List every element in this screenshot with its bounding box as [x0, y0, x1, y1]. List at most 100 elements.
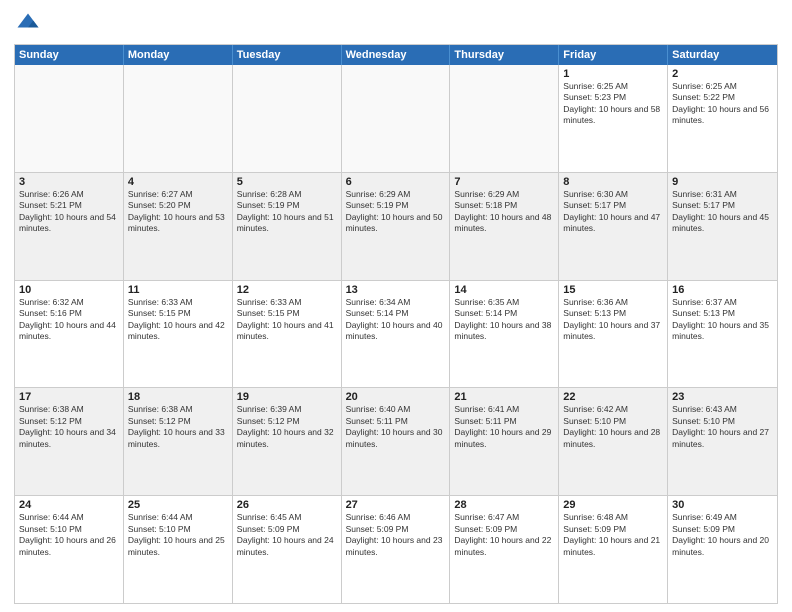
cell-info: Sunrise: 6:34 AMSunset: 5:14 PMDaylight:…: [346, 297, 446, 343]
cell-info: Sunrise: 6:38 AMSunset: 5:12 PMDaylight:…: [19, 404, 119, 450]
cell-info: Sunrise: 6:39 AMSunset: 5:12 PMDaylight:…: [237, 404, 337, 450]
day-number: 28: [454, 499, 554, 511]
calendar-cell: 10Sunrise: 6:32 AMSunset: 5:16 PMDayligh…: [15, 281, 124, 388]
day-number: 23: [672, 391, 773, 403]
weekday-header-tuesday: Tuesday: [233, 45, 342, 65]
calendar-cell: [450, 65, 559, 172]
weekday-header-saturday: Saturday: [668, 45, 777, 65]
cell-info: Sunrise: 6:32 AMSunset: 5:16 PMDaylight:…: [19, 297, 119, 343]
calendar-cell: [15, 65, 124, 172]
day-number: 17: [19, 391, 119, 403]
day-number: 12: [237, 284, 337, 296]
calendar-cell: 30Sunrise: 6:49 AMSunset: 5:09 PMDayligh…: [668, 496, 777, 603]
logo: [14, 10, 46, 38]
calendar-cell: 1Sunrise: 6:25 AMSunset: 5:23 PMDaylight…: [559, 65, 668, 172]
day-number: 1: [563, 68, 663, 80]
calendar-row-3: 10Sunrise: 6:32 AMSunset: 5:16 PMDayligh…: [15, 280, 777, 388]
day-number: 19: [237, 391, 337, 403]
calendar-cell: 11Sunrise: 6:33 AMSunset: 5:15 PMDayligh…: [124, 281, 233, 388]
cell-info: Sunrise: 6:43 AMSunset: 5:10 PMDaylight:…: [672, 404, 773, 450]
calendar-cell: 15Sunrise: 6:36 AMSunset: 5:13 PMDayligh…: [559, 281, 668, 388]
day-number: 10: [19, 284, 119, 296]
day-number: 25: [128, 499, 228, 511]
cell-info: Sunrise: 6:40 AMSunset: 5:11 PMDaylight:…: [346, 404, 446, 450]
cell-info: Sunrise: 6:29 AMSunset: 5:19 PMDaylight:…: [346, 189, 446, 235]
day-number: 22: [563, 391, 663, 403]
day-number: 13: [346, 284, 446, 296]
cell-info: Sunrise: 6:35 AMSunset: 5:14 PMDaylight:…: [454, 297, 554, 343]
calendar-cell: 5Sunrise: 6:28 AMSunset: 5:19 PMDaylight…: [233, 173, 342, 280]
day-number: 2: [672, 68, 773, 80]
calendar-cell: 2Sunrise: 6:25 AMSunset: 5:22 PMDaylight…: [668, 65, 777, 172]
cell-info: Sunrise: 6:25 AMSunset: 5:22 PMDaylight:…: [672, 81, 773, 127]
cell-info: Sunrise: 6:33 AMSunset: 5:15 PMDaylight:…: [237, 297, 337, 343]
day-number: 4: [128, 176, 228, 188]
cell-info: Sunrise: 6:33 AMSunset: 5:15 PMDaylight:…: [128, 297, 228, 343]
calendar-cell: [233, 65, 342, 172]
calendar-cell: 28Sunrise: 6:47 AMSunset: 5:09 PMDayligh…: [450, 496, 559, 603]
cell-info: Sunrise: 6:26 AMSunset: 5:21 PMDaylight:…: [19, 189, 119, 235]
cell-info: Sunrise: 6:30 AMSunset: 5:17 PMDaylight:…: [563, 189, 663, 235]
cell-info: Sunrise: 6:46 AMSunset: 5:09 PMDaylight:…: [346, 512, 446, 558]
day-number: 9: [672, 176, 773, 188]
weekday-header-friday: Friday: [559, 45, 668, 65]
weekday-header-monday: Monday: [124, 45, 233, 65]
day-number: 3: [19, 176, 119, 188]
day-number: 11: [128, 284, 228, 296]
calendar: SundayMondayTuesdayWednesdayThursdayFrid…: [14, 44, 778, 604]
day-number: 29: [563, 499, 663, 511]
day-number: 18: [128, 391, 228, 403]
calendar-cell: 17Sunrise: 6:38 AMSunset: 5:12 PMDayligh…: [15, 388, 124, 495]
calendar-cell: [342, 65, 451, 172]
day-number: 5: [237, 176, 337, 188]
calendar-cell: 9Sunrise: 6:31 AMSunset: 5:17 PMDaylight…: [668, 173, 777, 280]
calendar-cell: 23Sunrise: 6:43 AMSunset: 5:10 PMDayligh…: [668, 388, 777, 495]
cell-info: Sunrise: 6:45 AMSunset: 5:09 PMDaylight:…: [237, 512, 337, 558]
calendar-cell: 7Sunrise: 6:29 AMSunset: 5:18 PMDaylight…: [450, 173, 559, 280]
calendar-cell: 14Sunrise: 6:35 AMSunset: 5:14 PMDayligh…: [450, 281, 559, 388]
header: [14, 10, 778, 38]
calendar-cell: 27Sunrise: 6:46 AMSunset: 5:09 PMDayligh…: [342, 496, 451, 603]
day-number: 20: [346, 391, 446, 403]
calendar-row-1: 1Sunrise: 6:25 AMSunset: 5:23 PMDaylight…: [15, 65, 777, 172]
calendar-cell: 3Sunrise: 6:26 AMSunset: 5:21 PMDaylight…: [15, 173, 124, 280]
day-number: 16: [672, 284, 773, 296]
day-number: 21: [454, 391, 554, 403]
cell-info: Sunrise: 6:28 AMSunset: 5:19 PMDaylight:…: [237, 189, 337, 235]
calendar-cell: 21Sunrise: 6:41 AMSunset: 5:11 PMDayligh…: [450, 388, 559, 495]
cell-info: Sunrise: 6:44 AMSunset: 5:10 PMDaylight:…: [128, 512, 228, 558]
calendar-cell: 18Sunrise: 6:38 AMSunset: 5:12 PMDayligh…: [124, 388, 233, 495]
day-number: 26: [237, 499, 337, 511]
cell-info: Sunrise: 6:27 AMSunset: 5:20 PMDaylight:…: [128, 189, 228, 235]
cell-info: Sunrise: 6:48 AMSunset: 5:09 PMDaylight:…: [563, 512, 663, 558]
calendar-cell: 16Sunrise: 6:37 AMSunset: 5:13 PMDayligh…: [668, 281, 777, 388]
calendar-row-2: 3Sunrise: 6:26 AMSunset: 5:21 PMDaylight…: [15, 172, 777, 280]
calendar-header: SundayMondayTuesdayWednesdayThursdayFrid…: [15, 45, 777, 65]
calendar-row-4: 17Sunrise: 6:38 AMSunset: 5:12 PMDayligh…: [15, 387, 777, 495]
cell-info: Sunrise: 6:42 AMSunset: 5:10 PMDaylight:…: [563, 404, 663, 450]
calendar-cell: 8Sunrise: 6:30 AMSunset: 5:17 PMDaylight…: [559, 173, 668, 280]
cell-info: Sunrise: 6:44 AMSunset: 5:10 PMDaylight:…: [19, 512, 119, 558]
day-number: 24: [19, 499, 119, 511]
cell-info: Sunrise: 6:47 AMSunset: 5:09 PMDaylight:…: [454, 512, 554, 558]
calendar-cell: 26Sunrise: 6:45 AMSunset: 5:09 PMDayligh…: [233, 496, 342, 603]
calendar-cell: 6Sunrise: 6:29 AMSunset: 5:19 PMDaylight…: [342, 173, 451, 280]
calendar-cell: 24Sunrise: 6:44 AMSunset: 5:10 PMDayligh…: [15, 496, 124, 603]
day-number: 30: [672, 499, 773, 511]
calendar-cell: 13Sunrise: 6:34 AMSunset: 5:14 PMDayligh…: [342, 281, 451, 388]
cell-info: Sunrise: 6:37 AMSunset: 5:13 PMDaylight:…: [672, 297, 773, 343]
calendar-cell: [124, 65, 233, 172]
cell-info: Sunrise: 6:49 AMSunset: 5:09 PMDaylight:…: [672, 512, 773, 558]
calendar-cell: 20Sunrise: 6:40 AMSunset: 5:11 PMDayligh…: [342, 388, 451, 495]
calendar-row-5: 24Sunrise: 6:44 AMSunset: 5:10 PMDayligh…: [15, 495, 777, 603]
cell-info: Sunrise: 6:31 AMSunset: 5:17 PMDaylight:…: [672, 189, 773, 235]
day-number: 27: [346, 499, 446, 511]
day-number: 6: [346, 176, 446, 188]
day-number: 15: [563, 284, 663, 296]
calendar-cell: 22Sunrise: 6:42 AMSunset: 5:10 PMDayligh…: [559, 388, 668, 495]
calendar-cell: 4Sunrise: 6:27 AMSunset: 5:20 PMDaylight…: [124, 173, 233, 280]
cell-info: Sunrise: 6:41 AMSunset: 5:11 PMDaylight:…: [454, 404, 554, 450]
calendar-body: 1Sunrise: 6:25 AMSunset: 5:23 PMDaylight…: [15, 65, 777, 603]
weekday-header-sunday: Sunday: [15, 45, 124, 65]
calendar-cell: 25Sunrise: 6:44 AMSunset: 5:10 PMDayligh…: [124, 496, 233, 603]
